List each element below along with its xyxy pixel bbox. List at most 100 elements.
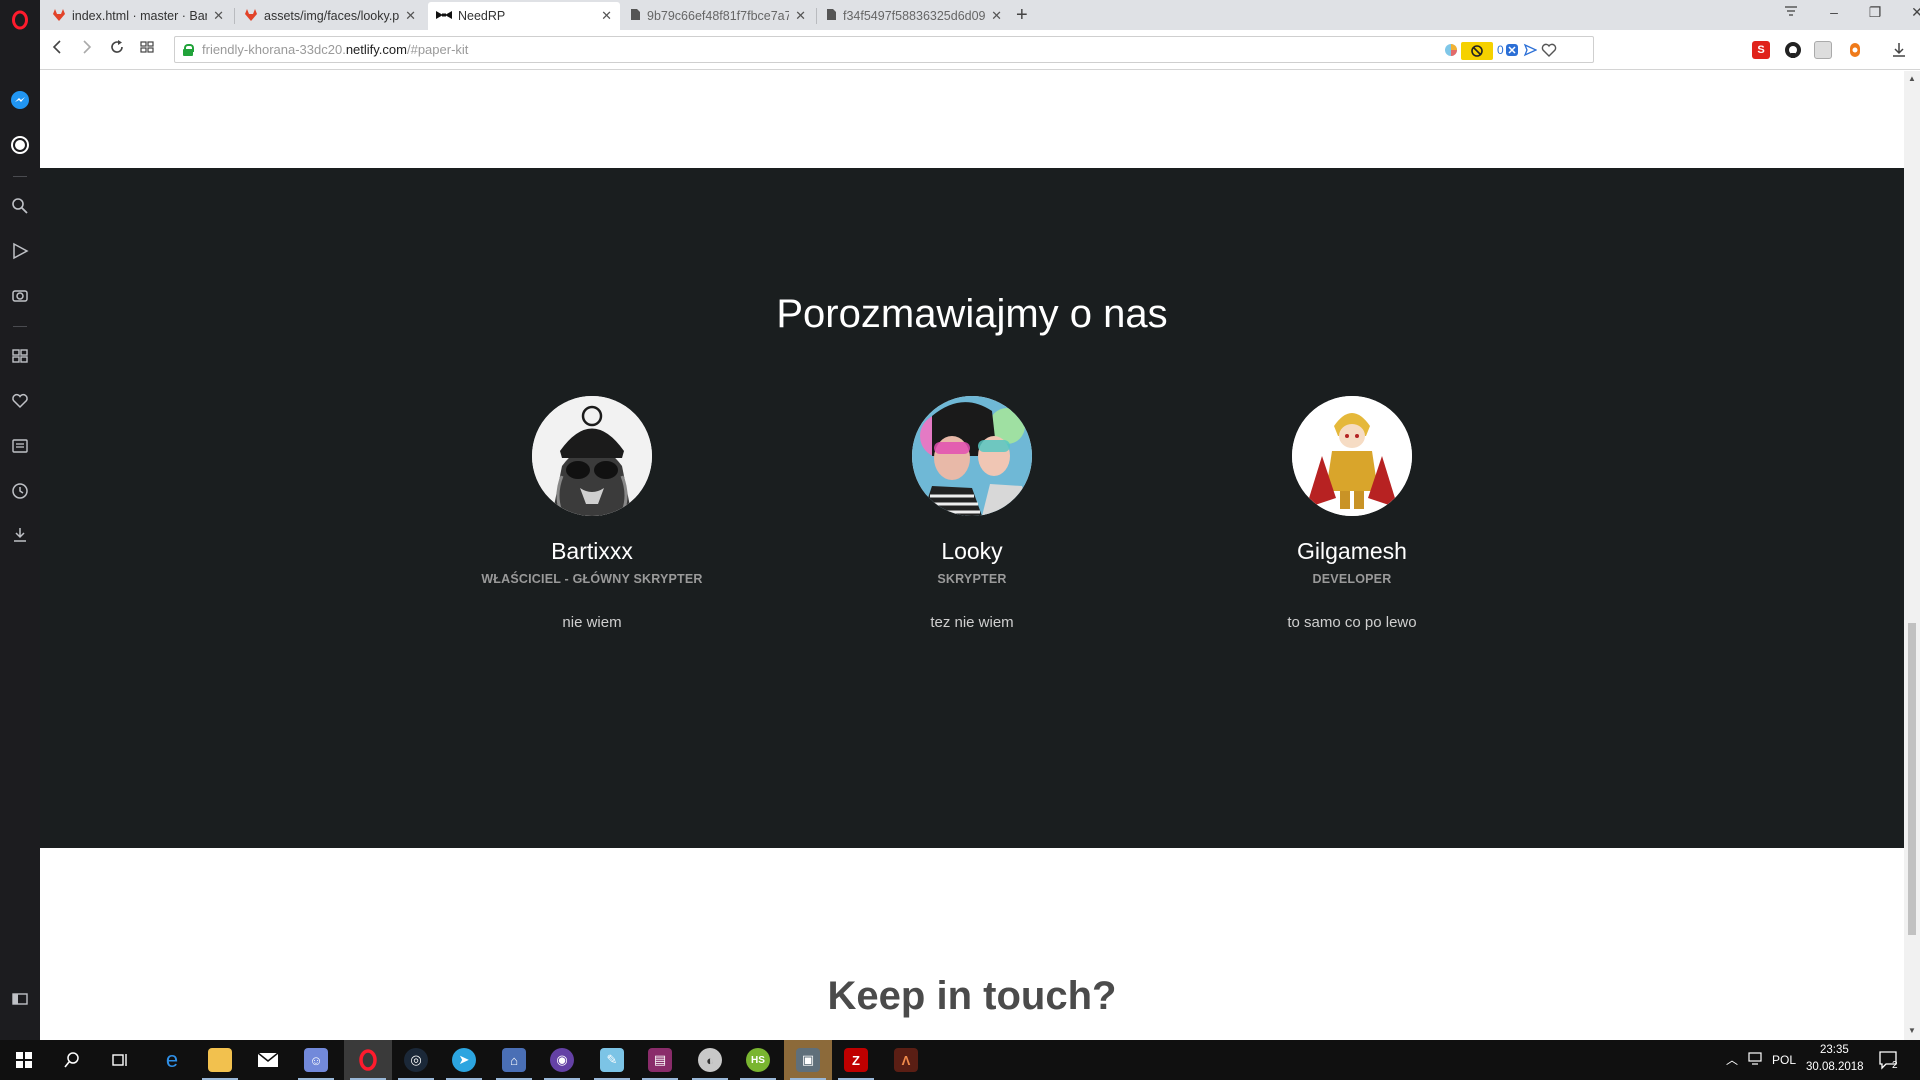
extension-orange-icon[interactable]	[1846, 41, 1864, 59]
back-button[interactable]	[46, 40, 68, 59]
speed-dial-button[interactable]	[136, 40, 158, 59]
section-title: Porozmawiajmy o nas	[776, 292, 1168, 336]
camera-icon[interactable]	[8, 283, 32, 307]
send-icon[interactable]	[8, 239, 32, 263]
hs-app-icon[interactable]: HS	[734, 1040, 782, 1080]
contact-section-title: Keep in touch?	[827, 974, 1117, 1018]
reload-button[interactable]	[106, 40, 128, 59]
twitch-icon[interactable]: ◉	[538, 1040, 586, 1080]
restore-button[interactable]: ❐	[1860, 4, 1890, 21]
whatsapp-icon[interactable]	[8, 133, 32, 157]
news-icon[interactable]	[8, 434, 32, 458]
windows-taskbar: e ☺ ◎ ➤ ⌂ ◉ ✎ ▤ ◐ HS ▣ Z Λ ︿ POL 23:35 3…	[0, 1040, 1920, 1080]
downloads-icon[interactable]	[8, 523, 32, 547]
winrar-icon[interactable]: ▤	[636, 1040, 684, 1080]
share-icon[interactable]	[1523, 42, 1538, 60]
start-button[interactable]	[0, 1040, 48, 1080]
tab-gitlab-looky[interactable]: assets/img/faces/looky.pn ✕	[236, 2, 424, 30]
page-viewport: Porozmawiajmy o nas Bartixxx WŁAŚCICIEL …	[40, 71, 1904, 1040]
clock-date[interactable]: 30.08.2018	[1806, 1061, 1864, 1073]
member-name: Looky	[941, 538, 1003, 564]
tab-gitlab-index[interactable]: index.html · master · Barti ✕	[44, 2, 232, 30]
network-tool-icon[interactable]: ⌂	[490, 1040, 538, 1080]
shield-app-icon[interactable]: ◐	[686, 1040, 734, 1080]
github-icon[interactable]	[1784, 41, 1802, 59]
address-bar[interactable]: friendly-khorana-33dc20.netlify.com/#pap…	[174, 36, 1594, 63]
url-domain: netlify.com	[345, 42, 407, 57]
close-icon[interactable]: ✕	[991, 8, 1002, 24]
new-tab-button[interactable]: +	[1016, 4, 1028, 27]
tab-title: NeedRP	[458, 9, 506, 23]
telegram-icon[interactable]: ➤	[440, 1040, 488, 1080]
heart-icon[interactable]	[8, 389, 32, 413]
close-icon[interactable]: ✕	[601, 8, 612, 24]
vpn-icon[interactable]	[1505, 42, 1519, 60]
color-extension-icon[interactable]	[1443, 42, 1459, 60]
editor-app-icon[interactable]: Λ	[882, 1040, 930, 1080]
clock-time[interactable]: 23:35	[1820, 1044, 1849, 1056]
search-icon[interactable]	[8, 194, 32, 218]
close-window-button[interactable]: ✕	[1902, 4, 1920, 21]
lion-avatar	[532, 396, 652, 516]
page-scrollbar[interactable]: ▲ ▼	[1904, 71, 1920, 1040]
discord-icon[interactable]: ☺	[292, 1040, 340, 1080]
tab-title: 9b79c66ef48f81f7fbce7a7	[647, 9, 790, 23]
member-role: SKRYPTER	[937, 572, 1007, 586]
tab-hash-2[interactable]: f34f5497f58836325d6d09 ✕	[818, 2, 1010, 30]
close-icon[interactable]: ✕	[795, 8, 806, 24]
scrollbar-thumb[interactable]	[1908, 623, 1916, 935]
network-icon[interactable]	[1748, 1050, 1764, 1069]
opera-taskbar-icon[interactable]	[344, 1040, 392, 1080]
close-icon[interactable]: ✕	[405, 8, 416, 24]
close-icon[interactable]: ✕	[213, 8, 224, 24]
about-section: Porozmawiajmy o nas Bartixxx WŁAŚCICIEL …	[40, 168, 1904, 848]
sidebar-toggle-icon[interactable]	[8, 987, 32, 1011]
messenger-icon[interactable]	[8, 88, 32, 112]
ext-red-s-icon[interactable]: S	[1752, 41, 1770, 59]
language-indicator[interactable]: POL	[1772, 1053, 1796, 1067]
scroll-up-icon[interactable]: ▲	[1904, 74, 1920, 83]
tab-needrp[interactable]: NeedRP ✕	[428, 2, 620, 30]
url-prefix: friendly-khorana-33dc20.	[202, 42, 346, 57]
document-icon	[630, 8, 641, 24]
opera-logo-icon[interactable]	[8, 8, 32, 32]
url-text[interactable]: friendly-khorana-33dc20.netlify.com/#pap…	[202, 42, 468, 57]
member-role: DEVELOPER	[1312, 572, 1392, 586]
tab-title: index.html · master · Barti	[72, 9, 208, 23]
team-member-card: Looky SKRYPTER tez nie wiem	[782, 396, 1162, 631]
steam-icon[interactable]: ◎	[392, 1040, 440, 1080]
vpn-count: 0	[1497, 43, 1504, 57]
anime-avatar	[1292, 396, 1412, 516]
minimize-button[interactable]: –	[1819, 4, 1849, 20]
show-hidden-icons[interactable]: ︿	[1726, 1051, 1738, 1068]
document-icon	[826, 8, 837, 24]
app-window-icon[interactable]: ▣	[784, 1040, 832, 1080]
scroll-down-icon[interactable]: ▼	[1904, 1026, 1920, 1035]
opera-sidebar	[0, 0, 40, 1040]
file-explorer-icon[interactable]	[196, 1040, 244, 1080]
filezilla-icon[interactable]: Z	[832, 1040, 880, 1080]
edge-icon[interactable]: e	[148, 1040, 196, 1080]
download-icon[interactable]	[1890, 41, 1908, 59]
mail-icon[interactable]	[244, 1040, 292, 1080]
member-description: to samo co po lewo	[1287, 614, 1417, 631]
extension-grey-icon[interactable]	[1814, 41, 1832, 59]
member-role: WŁAŚCICIEL - GŁÓWNY SKRYPTER	[481, 572, 703, 586]
task-view-icon[interactable]	[96, 1040, 144, 1080]
team-member-card: Bartixxx WŁAŚCICIEL - GŁÓWNY SKRYPTER ni…	[402, 396, 782, 631]
gitlab-icon	[244, 8, 258, 25]
lock-icon	[183, 43, 194, 56]
search-icon[interactable]	[48, 1040, 96, 1080]
forward-button[interactable]	[76, 40, 98, 59]
notepad-icon[interactable]: ✎	[588, 1040, 636, 1080]
history-icon[interactable]	[8, 479, 32, 503]
tab-menu-icon[interactable]	[1776, 4, 1806, 20]
tab-hash-1[interactable]: 9b79c66ef48f81f7fbce7a7 ✕	[622, 2, 814, 30]
speed-dial-icon[interactable]	[8, 344, 32, 368]
member-name: Gilgamesh	[1297, 538, 1407, 564]
bookmark-heart-icon[interactable]	[1541, 42, 1557, 60]
sidebar-divider	[13, 326, 27, 327]
tab-title: assets/img/faces/looky.pn	[264, 9, 400, 23]
adblock-icon[interactable]	[1461, 42, 1493, 60]
sidebar-divider	[13, 176, 27, 177]
